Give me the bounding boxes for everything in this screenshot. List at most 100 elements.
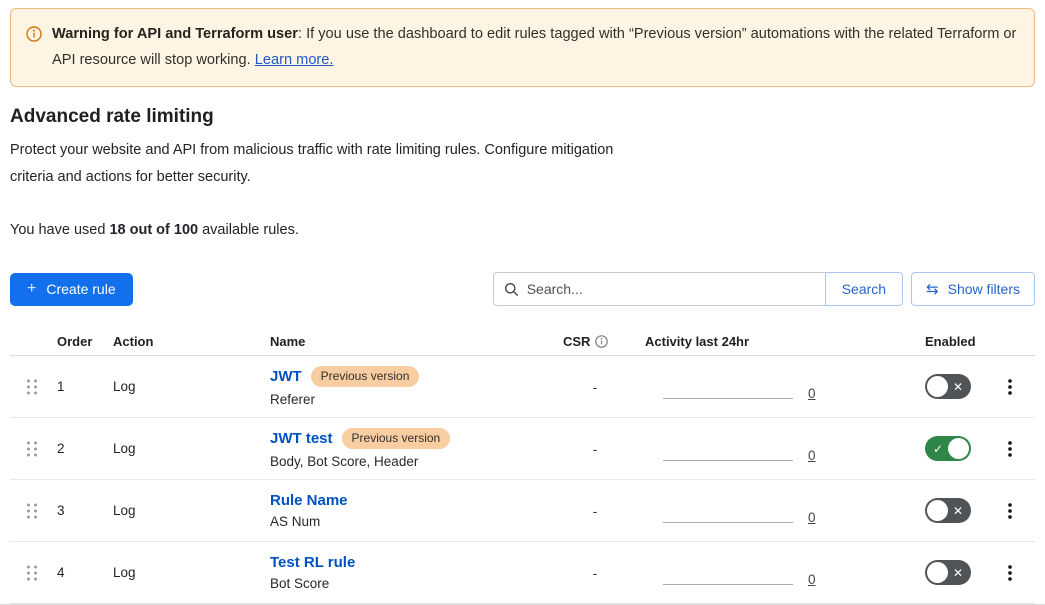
drag-dots-icon [25,502,38,519]
activity-count-link[interactable]: 0 [808,449,816,463]
page-description: Protect your website and API from malici… [10,137,640,191]
activity-count-link[interactable]: 0 [808,387,816,401]
usage-text: You have used 18 out of 100 available ru… [10,222,1035,238]
rule-name-link[interactable]: JWT [270,368,302,385]
table-row: 1 Log JWT Previous version Referer - 0 ✕ [10,356,1035,418]
advanced-rate-limiting-page: Warning for API and Terraform user: If y… [0,0,1045,605]
table-header-row: Order Action Name CSR Activity last 24hr… [10,328,1035,356]
rule-name-link[interactable]: Test RL rule [270,554,355,571]
table-row: 3 Log Rule Name AS Num - 0 ✕ [10,480,1035,542]
rule-name-line: JWT Previous version [270,366,553,387]
drag-dots-icon [25,378,38,395]
drag-handle[interactable] [10,564,47,581]
kebab-cell [985,564,1035,581]
header-csr: CSR [553,334,617,349]
toggle-state-icon: ✓ [933,443,943,455]
header-order: Order [47,334,103,349]
drag-handle[interactable] [10,502,47,519]
table-row: 4 Log Test RL rule Bot Score - 0 ✕ [10,542,1035,604]
search-button[interactable]: Search [825,272,903,306]
csr-value: - [553,503,617,519]
header-name: Name [260,334,553,349]
table-body: 1 Log JWT Previous version Referer - 0 ✕… [10,356,1035,604]
toggle-knob [927,562,948,583]
rule-order: 1 [47,379,103,394]
rule-name-cell: JWT test Previous version Body, Bot Scor… [260,428,553,469]
rule-name-line: Test RL rule [270,554,553,571]
rules-table: Order Action Name CSR Activity last 24hr… [10,328,1035,604]
learn-more-link[interactable]: Learn more. [255,52,334,68]
toggle-knob [948,438,969,459]
show-filters-button[interactable]: ⇆ Show filters [911,272,1035,306]
table-row: 2 Log JWT test Previous version Body, Bo… [10,418,1035,480]
rule-name-cell: JWT Previous version Referer [260,366,553,407]
info-circle-icon [26,26,42,42]
rule-name-line: JWT test Previous version [270,428,553,449]
rule-action: Log [103,441,260,456]
warning-banner: Warning for API and Terraform user: If y… [10,8,1035,87]
create-rule-button[interactable]: + Create rule [10,273,133,306]
usage-count: 18 out of 100 [109,222,198,238]
rule-criteria: Referer [270,392,553,407]
rule-order: 4 [47,565,103,580]
activity-cell: 0 [617,480,880,541]
activity-count-link[interactable]: 0 [808,573,816,587]
search-icon [504,282,519,297]
toggle-knob [927,500,948,521]
enabled-toggle[interactable]: ✓ [925,436,971,461]
activity-cell: 0 [617,542,880,603]
kebab-menu-icon[interactable] [1008,378,1012,395]
toolbar-right: Search ⇆ Show filters [493,272,1035,306]
enabled-cell: ✕ [880,498,985,523]
activity-sparkline [663,584,793,585]
rule-criteria: AS Num [270,514,553,529]
header-csr-label: CSR [563,334,590,349]
toggle-state-icon: ✕ [953,381,963,393]
csr-value: - [553,379,617,395]
rule-criteria: Bot Score [270,576,553,591]
rule-action: Log [103,565,260,580]
info-icon[interactable] [595,335,608,348]
page-title: Advanced rate limiting [10,106,1035,128]
rule-order: 3 [47,503,103,518]
kebab-menu-icon[interactable] [1008,564,1012,581]
header-activity: Activity last 24hr [617,334,880,349]
toggle-state-icon: ✕ [953,567,963,579]
activity-count-link[interactable]: 0 [808,511,816,525]
rule-name-cell: Test RL rule Bot Score [260,554,553,591]
kebab-menu-icon[interactable] [1008,502,1012,519]
activity-cell: 0 [617,418,880,479]
activity-sparkline [663,460,793,461]
previous-version-badge: Previous version [311,366,420,387]
search-input[interactable] [527,281,825,297]
usage-suffix: available rules. [198,222,299,238]
drag-handle[interactable] [10,440,47,457]
rule-name-cell: Rule Name AS Num [260,492,553,529]
toggle-state-icon: ✕ [953,505,963,517]
plus-icon: + [27,280,36,298]
swap-arrows-icon: ⇆ [926,282,939,297]
create-rule-label: Create rule [46,281,115,297]
rule-name-line: Rule Name [270,492,553,509]
header-action: Action [103,334,260,349]
kebab-menu-icon[interactable] [1008,440,1012,457]
activity-cell: 0 [617,356,880,417]
enabled-toggle[interactable]: ✕ [925,374,971,399]
enabled-cell: ✕ [880,374,985,399]
enabled-toggle[interactable]: ✕ [925,560,971,585]
toolbar: + Create rule Search ⇆ Show filters [10,272,1035,306]
warning-title: Warning for API and Terraform user [52,26,298,42]
show-filters-label: Show filters [948,281,1020,297]
rule-order: 2 [47,441,103,456]
rule-criteria: Body, Bot Score, Header [270,454,553,469]
enabled-toggle[interactable]: ✕ [925,498,971,523]
drag-handle[interactable] [10,378,47,395]
drag-dots-icon [25,564,38,581]
rule-name-link[interactable]: Rule Name [270,492,348,509]
search-group: Search [493,272,903,306]
usage-prefix: You have used [10,222,109,238]
rule-name-link[interactable]: JWT test [270,430,333,447]
kebab-cell [985,502,1035,519]
drag-dots-icon [25,440,38,457]
header-enabled: Enabled [880,334,985,349]
